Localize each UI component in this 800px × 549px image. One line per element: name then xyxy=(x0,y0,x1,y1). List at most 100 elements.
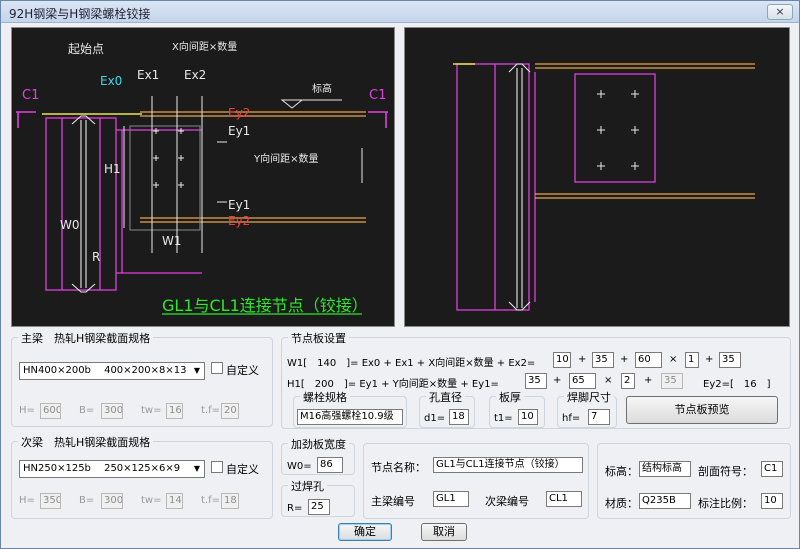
w1-x-count-input[interactable]: 1 xyxy=(685,352,699,368)
main-beam-h-input[interactable]: 600 xyxy=(40,403,61,419)
weld-size-label: hf= xyxy=(562,413,581,424)
plate-thickness-title: 板厚 xyxy=(496,389,524,405)
chevron-down-icon: ▼ xyxy=(193,366,201,375)
h1-times: × xyxy=(604,375,613,386)
sub-beam-section-select[interactable]: HN250×125b 250×125×6×9 ▼ xyxy=(19,460,205,478)
h1-formula-label: H1[ 200 ]= Ey1 + Y向间距×数量 + Ey1= xyxy=(287,379,499,390)
weld-hole-input[interactable]: 25 xyxy=(308,499,330,515)
ok-button[interactable]: 确定 xyxy=(338,523,392,541)
h1-plus-2: + xyxy=(644,375,653,386)
weld-hole-label: R= xyxy=(287,503,303,514)
drawing-node-title: GL1与CL1连接节点（铰接） xyxy=(162,296,368,315)
main-beam-tf-label: t.f= xyxy=(201,405,220,416)
label-ex2: Ex2 xyxy=(184,68,207,82)
label-section-right: C1 xyxy=(369,88,387,103)
label-ey2-bottom: Ey2 xyxy=(228,214,251,228)
annotation-scale-input[interactable]: 10 xyxy=(761,493,783,509)
title-bar: 92H钢梁与H钢梁螺栓铰接 × xyxy=(1,1,799,23)
annotation-scale-label: 标注比例： xyxy=(698,497,753,510)
stiffener-width-input[interactable]: 86 xyxy=(317,457,343,473)
main-beam-h-label: H= xyxy=(19,405,35,416)
h1-ey1b-input[interactable]: 35 xyxy=(661,373,683,389)
node-name-label: 节点名称： xyxy=(371,461,426,474)
section-symbol-input[interactable]: C1 xyxy=(761,461,783,477)
label-x-spacing: X向间距×数量 xyxy=(172,42,238,53)
plate-preview-button[interactable]: 节点板预览 xyxy=(626,396,778,424)
h1-plus-1: + xyxy=(553,375,562,386)
elevation-label: 标高： xyxy=(605,465,638,478)
plate-thickness-input[interactable]: 10 xyxy=(518,409,538,425)
label-w0: W0 xyxy=(60,218,80,232)
dialog-window: 92H钢梁与H钢梁螺栓铰接 × 起始点 X向间距×数量 标高 C1 C1 Ex0… xyxy=(0,0,800,549)
sub-beam-no-label: 次梁编号 xyxy=(485,495,529,508)
window-title: 92H钢梁与H钢梁螺栓铰接 xyxy=(9,7,151,21)
main-beam-b-label: B= xyxy=(79,405,95,416)
section-drawing-svg xyxy=(453,63,755,311)
main-beam-tw-input[interactable]: 16 xyxy=(166,403,183,419)
sub-beam-tw-input[interactable]: 14 xyxy=(166,493,183,509)
main-beam-custom-label: 自定义 xyxy=(226,364,259,377)
sub-beam-title: 次梁 热轧H钢梁截面规格 xyxy=(18,434,154,450)
sub-beam-custom-label: 自定义 xyxy=(226,463,259,476)
sub-beam-custom-checkbox[interactable] xyxy=(211,461,223,473)
main-beam-no-label: 主梁编号 xyxy=(371,495,415,508)
main-beam-tw-label: tw= xyxy=(141,405,162,416)
label-ex1: Ex1 xyxy=(137,68,160,82)
close-icon: × xyxy=(775,5,785,18)
ey2-label: Ey2=[ 16 ] xyxy=(703,379,771,390)
sub-beam-tf-label: t.f= xyxy=(201,495,220,506)
bolt-spec-title: 螺栓规格 xyxy=(300,389,350,405)
main-beam-section-value: HN400×200b 400×200×8×13 xyxy=(23,365,187,376)
weld-size-title: 焊脚尺寸 xyxy=(564,389,614,405)
main-beam-no-input[interactable]: GL1 xyxy=(433,491,469,507)
sub-beam-tf-input[interactable]: 18 xyxy=(221,493,239,509)
label-ex0: Ex0 xyxy=(100,74,123,88)
h1-y-spacing-input[interactable]: 65 xyxy=(569,373,596,389)
main-beam-b-input[interactable]: 300 xyxy=(101,403,123,419)
weld-size-input[interactable]: 7 xyxy=(588,409,610,425)
elevation-input[interactable]: 结构标高 xyxy=(639,461,691,477)
close-button[interactable]: × xyxy=(767,4,793,20)
sub-beam-section-value: HN250×125b 250×125×6×9 xyxy=(23,463,181,474)
h1-y-count-input[interactable]: 2 xyxy=(621,373,635,389)
sub-beam-h-label: H= xyxy=(19,495,35,506)
node-name-input[interactable]: GL1与CL1连接节点（铰接） xyxy=(433,457,583,473)
main-beam-custom-checkbox[interactable] xyxy=(211,362,223,374)
hole-diameter-label: d1= xyxy=(424,413,446,424)
main-beam-title: 主梁 热轧H钢梁截面规格 xyxy=(18,330,154,346)
elevation-drawing: 起始点 X向间距×数量 标高 C1 C1 Ex0 Ex1 Ex2 Ey2 Ey1… xyxy=(11,27,395,327)
hole-diameter-title: 孔直径 xyxy=(426,389,465,405)
label-h1: H1 xyxy=(104,162,121,176)
sub-beam-b-label: B= xyxy=(79,495,95,506)
section-symbol-label: 剖面符号： xyxy=(698,465,753,478)
w1-plus-3: + xyxy=(705,354,714,365)
label-y-spacing: Y向间距×数量 xyxy=(254,154,319,165)
main-beam-section-select[interactable]: HN400×200b 400×200×8×13 ▼ xyxy=(19,362,205,380)
cancel-button[interactable]: 取消 xyxy=(421,523,467,541)
sub-beam-h-input[interactable]: 350 xyxy=(40,493,61,509)
label-w1: W1 xyxy=(162,234,182,248)
plate-thickness-label: t1= xyxy=(494,413,513,424)
chevron-down-icon: ▼ xyxy=(193,464,201,473)
section-drawing xyxy=(404,27,790,327)
hole-diameter-input[interactable]: 18 xyxy=(449,409,469,425)
w1-formula-label: W1[ 140 ]= Ex0 + Ex1 + X向间距×数量 + Ex2= xyxy=(287,358,536,369)
label-r: R xyxy=(92,250,101,264)
sub-beam-no-input[interactable]: CL1 xyxy=(546,491,582,507)
label-ey2-top: Ey2 xyxy=(228,106,251,120)
label-ey1-top: Ey1 xyxy=(228,124,251,138)
plate-settings-title: 节点板设置 xyxy=(288,330,349,346)
w1-ex0-input[interactable]: 10 xyxy=(553,352,571,368)
weld-hole-title: 过焊孔 xyxy=(288,478,327,494)
h1-ey1-input[interactable]: 35 xyxy=(525,373,547,389)
w1-ex2-input[interactable]: 35 xyxy=(719,352,741,368)
label-section-left: C1 xyxy=(22,88,40,103)
w1-x-spacing-input[interactable]: 60 xyxy=(635,352,662,368)
label-start-point: 起始点 xyxy=(68,42,105,56)
main-beam-tf-input[interactable]: 20 xyxy=(221,403,239,419)
w1-plus-2: + xyxy=(620,354,629,365)
bolt-spec-input[interactable]: M16高强螺栓10.9级 xyxy=(297,409,403,425)
w1-ex1-input[interactable]: 35 xyxy=(592,352,614,368)
material-input[interactable]: Q235B xyxy=(639,493,691,509)
sub-beam-b-input[interactable]: 300 xyxy=(101,493,123,509)
